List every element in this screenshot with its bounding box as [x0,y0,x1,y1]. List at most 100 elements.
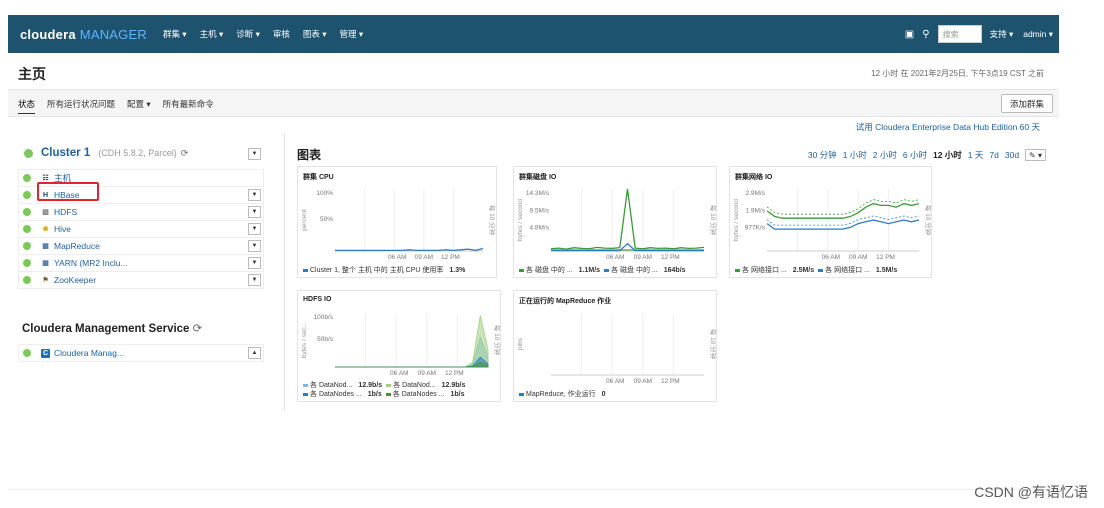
status-dot [23,242,31,250]
x-tick-label: 06 AM [606,254,624,261]
chart-cluster-cpu[interactable]: 100% 50% 06 AM 09 AM 12 PM percent 每 10 分钟 群集 … [297,166,497,278]
range-2h[interactable]: 2 小时 [873,149,897,161]
cloudera-logo[interactable]: cloudera MANAGER [20,27,147,42]
add-cluster-button[interactable]: 添加群集 [1000,94,1053,113]
service-dropdown-button[interactable]: ▼ [248,223,261,235]
service-link-hdfs[interactable]: HDFS [54,207,77,217]
support-menu[interactable]: 支持 ▾ [990,28,1014,40]
service-dropdown-button[interactable]: ▼ [248,274,261,286]
mapreduce-icon: ▦ [42,242,49,250]
list-item: ▦ MapReduce ▼ [18,237,264,255]
x-tick-label: 09 AM [418,370,436,377]
y-tick-label: 9.5M/s [529,207,549,214]
chart-svg: 06 AM 09 AM 12 PM jobs 每 10 分钟 [517,313,718,385]
service-dropdown-button[interactable]: ▼ [248,240,261,252]
y-tick-label: 100b/s [313,314,333,321]
series-area [335,361,489,368]
service-dropdown-button[interactable]: ▲ [248,347,261,359]
menu-audits[interactable]: 审核 [273,28,290,40]
menu-diagnostics[interactable]: 诊断 ▾ [236,28,260,40]
search-user-icon[interactable]: ⚲ [922,29,929,40]
chart-legend: 各 DataNodes ... 1b/s 各 DataNodes ... 1b/s [303,389,465,399]
watermark: CSDN @有语忆语 [974,484,1088,500]
service-link-mapreduce[interactable]: MapReduce [54,241,100,251]
charts-title: 图表 [297,148,322,162]
x-tick-label: 12 PM [876,254,895,261]
y-tick-label: 977K/s [745,225,766,232]
briefcase-icon[interactable]: ▣ [905,29,914,40]
range-12h[interactable]: 12 小时 [933,149,962,161]
tab-all-health-issues[interactable]: 所有运行状况问题 [47,98,115,114]
list-item: ▧ HDFS ▼ [18,203,264,221]
page-title: 主页 [18,66,46,82]
x-tick-label: 09 AM [634,254,652,261]
list-item: H HBase ▼ [18,182,264,204]
search-input[interactable]: 搜索 [937,25,982,43]
series-area [335,356,489,368]
management-service-list: C Cloudera Manag... ▲ [18,344,264,362]
list-item: ▦ YARN (MR2 Inclu... ▼ [18,254,264,272]
range-30d[interactable]: 30d [1005,150,1019,160]
y-tick-label: 4.8M/s [529,225,549,232]
chart-running-mapreduce-jobs[interactable]: 06 AM 09 AM 12 PM jobs 每 10 分钟 正在运行的 MapRedu… [513,290,718,402]
range-6h[interactable]: 6 小时 [903,149,927,161]
time-range-label[interactable]: 12 小时 在 2021年2月25日, 下午3点19 CST 之前 [871,68,1044,79]
menu-hosts[interactable]: 主机 ▾ [200,28,224,40]
chart-legend: Cluster 1, 整个 主机 中的 主机 CPU 使用率 1.3% [303,265,465,275]
cluster-version: (CDH 5.8.2, Parcel) [98,148,177,158]
x-tick-label: 06 AM [390,370,408,377]
list-item: ❀ Hive ▼ [18,220,264,238]
menu-clusters[interactable]: 群集 ▾ [163,28,187,40]
range-1d[interactable]: 1 天 [968,149,984,161]
x-tick-label: 12 PM [661,254,680,261]
main-menu: 群集 ▾ 主机 ▾ 诊断 ▾ 审核 图表 ▾ 管理 ▾ [163,28,376,40]
right-axis-label: 每 10 分钟 [924,205,933,236]
x-tick-label: 12 PM [661,378,680,385]
status-dot [23,208,31,216]
range-30m[interactable]: 30 分钟 [808,149,837,161]
service-dropdown-button[interactable]: ▼ [248,257,261,269]
service-dropdown-button[interactable]: ▼ [248,206,261,218]
y-axis-label: percent [301,209,308,231]
service-link-yarn[interactable]: YARN (MR2 Inclu... [54,258,128,268]
yarn-icon: ▦ [42,259,49,267]
cluster-name[interactable]: Cluster 1 [41,147,90,159]
range-1h[interactable]: 1 小时 [843,149,867,161]
chart-svg: 2.9M/s 1.9M/s 977K/s 06 AM 09 AM 12 PM bytes /… [733,189,933,261]
service-link-zookeeper[interactable]: ZooKeeper [54,275,96,285]
list-item: C Cloudera Manag... ▲ [18,344,264,362]
management-service-title[interactable]: Cloudera Management Service ⟳ [22,321,202,335]
service-link-cloudera-management[interactable]: Cloudera Manag... [54,348,124,358]
tab-configuration[interactable]: 配置 ▾ [127,98,151,114]
menu-charts[interactable]: 图表 ▾ [303,28,327,40]
y-tick-label: 14.3M/s [526,190,550,197]
trial-link[interactable]: 试用 Cloudera Enterprise Data Hub Edition … [856,121,1040,133]
cluster-header: Cluster 1 (CDH 5.8.2, Parcel) ⟳ [24,147,188,159]
service-link-hive[interactable]: Hive [54,224,71,234]
menu-administration[interactable]: 管理 ▾ [340,28,364,40]
right-axis-label: 每 10 分钟 [709,329,718,360]
tab-status[interactable]: 状态 [18,98,36,114]
user-menu[interactable]: admin ▾ [1023,29,1053,40]
status-dot [23,276,31,284]
range-7d[interactable]: 7d [989,150,998,160]
y-tick-label: 50b/s [317,336,334,343]
edit-icon[interactable]: ✎ ▾ [1025,149,1046,161]
series-area [335,315,489,368]
chart-cluster-disk-io[interactable]: 14.3M/s 9.5M/s 4.8M/s 06 AM 09 AM 12 PM bytes … [513,166,718,278]
tab-recent-commands[interactable]: 所有最新命令 [163,98,214,114]
right-axis-label: 每 10 分钟 [709,205,718,236]
hive-icon: ❀ [42,225,49,233]
cluster-dropdown-button[interactable]: ▼ [248,148,261,160]
y-tick-label: 1.9M/s [745,207,765,214]
chart-hdfs-io[interactable]: 100b/s 50b/s 06 AM 09 AM 12 PM bytes / sec...… [297,290,502,402]
x-tick-label: 12 PM [441,254,460,261]
chart-svg: 14.3M/s 9.5M/s 4.8M/s 06 AM 09 AM 12 PM bytes … [517,188,718,261]
cloudera-manager-icon: C [41,348,50,358]
status-dot [23,349,31,357]
x-tick-label: 12 PM [445,370,464,377]
right-axis-label: 每 10 分钟 [493,325,502,356]
chart-cluster-network-io[interactable]: 2.9M/s 1.9M/s 977K/s 06 AM 09 AM 12 PM bytes /… [729,166,933,278]
chart-legend: MapReduce, 作业运行 0 [519,389,606,399]
service-dropdown-button[interactable]: ▼ [248,189,261,201]
